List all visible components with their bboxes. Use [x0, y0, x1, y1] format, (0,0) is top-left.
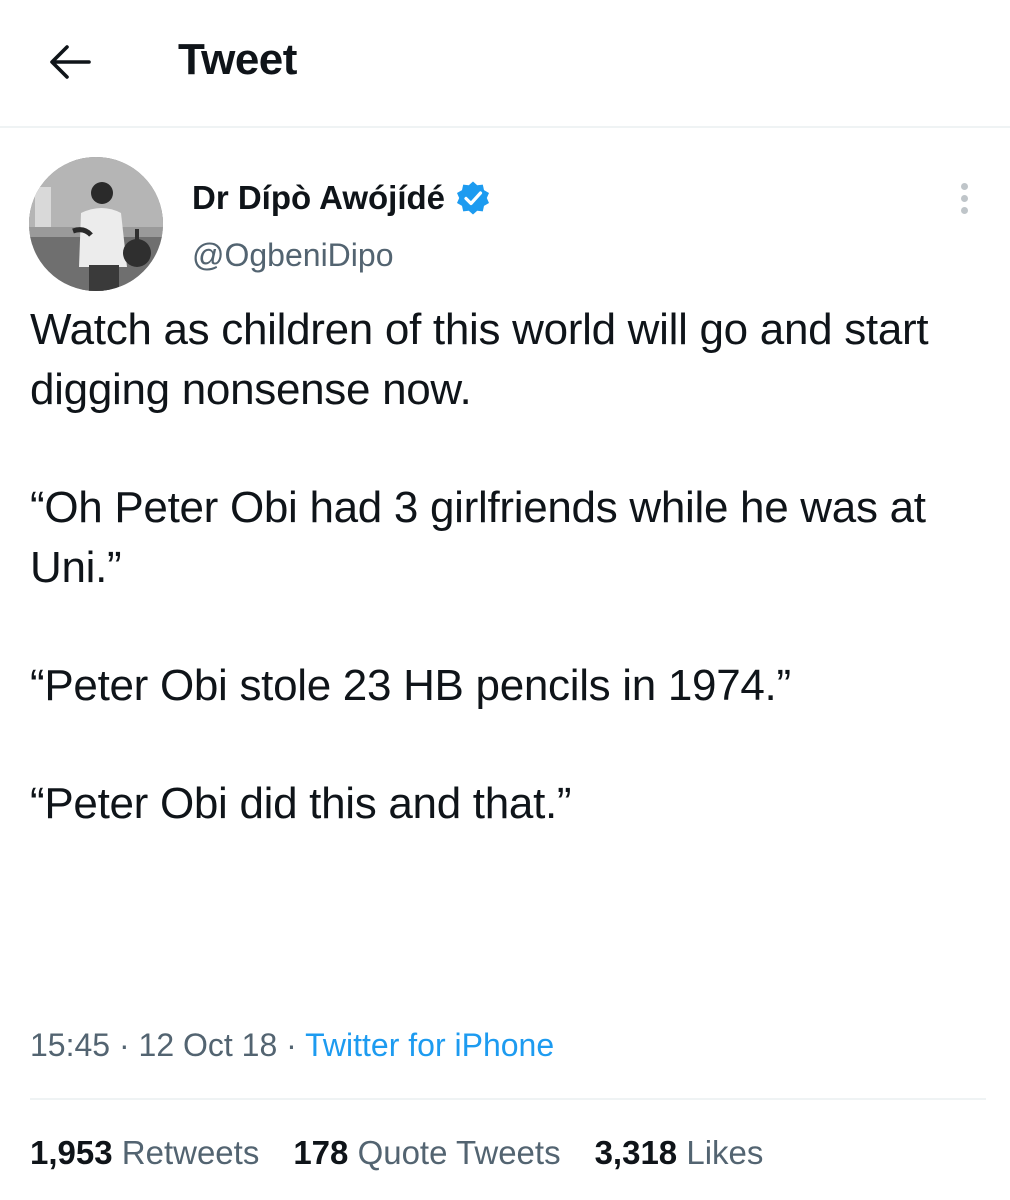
- quote-tweets-stat[interactable]: 178 Quote Tweets: [293, 1130, 560, 1176]
- author-handle[interactable]: @OgbeniDipo: [192, 233, 393, 277]
- divider: [30, 1098, 986, 1100]
- back-button[interactable]: [44, 36, 96, 88]
- quote-tweets-label: Quote Tweets: [357, 1134, 561, 1171]
- more-dots-icon-part: [960, 206, 968, 214]
- meta-separator: ·: [118, 1027, 130, 1063]
- more-dots-icon: [960, 182, 968, 190]
- meta-separator: ·: [286, 1027, 297, 1063]
- quote-tweets-count: 178: [293, 1134, 349, 1171]
- likes-label: Likes: [686, 1134, 764, 1171]
- tweet-paragraph: “Peter Obi did this and that.”: [30, 779, 572, 828]
- tweet-time[interactable]: 15:45: [30, 1027, 110, 1063]
- tweet-metadata: 15:45 · 12 Oct 18 · Twitter for iPhone: [30, 1022, 554, 1068]
- arrow-left-icon: [50, 45, 91, 79]
- top-bar: Tweet: [0, 0, 1010, 128]
- page-title: Tweet: [178, 35, 297, 84]
- likes-count: 3,318: [594, 1134, 678, 1171]
- more-options-button[interactable]: [944, 176, 984, 220]
- tweet-source-link[interactable]: Twitter for iPhone: [305, 1027, 554, 1063]
- tweet-text: Watch as children of this world will go …: [30, 300, 990, 834]
- tweet-paragraph: Watch as children of this world will go …: [30, 305, 929, 414]
- more-dots-icon-part: [960, 194, 968, 202]
- tweet-paragraph: “Oh Peter Obi had 3 girlfriends while he…: [30, 483, 926, 592]
- avatar[interactable]: [29, 157, 163, 291]
- tweet-stats: 1,953 Retweets 178 Quote Tweets 3,318 Li…: [30, 1130, 797, 1176]
- retweets-label: Retweets: [121, 1134, 260, 1171]
- author-name-row[interactable]: Dr Dípò Awójídé: [192, 174, 491, 222]
- tweet-date[interactable]: 12 Oct 18: [139, 1027, 278, 1063]
- verified-badge-icon: [457, 181, 490, 215]
- retweets-count: 1,953: [30, 1134, 113, 1171]
- tweet-paragraph: “Peter Obi stole 23 HB pencils in 1974.”: [30, 661, 791, 710]
- likes-stat[interactable]: 3,318 Likes: [595, 1130, 764, 1176]
- author-name[interactable]: Dr Dípò Awójídé: [192, 176, 445, 220]
- retweets-stat[interactable]: 1,953 Retweets: [30, 1130, 259, 1176]
- author-photo: [29, 157, 163, 291]
